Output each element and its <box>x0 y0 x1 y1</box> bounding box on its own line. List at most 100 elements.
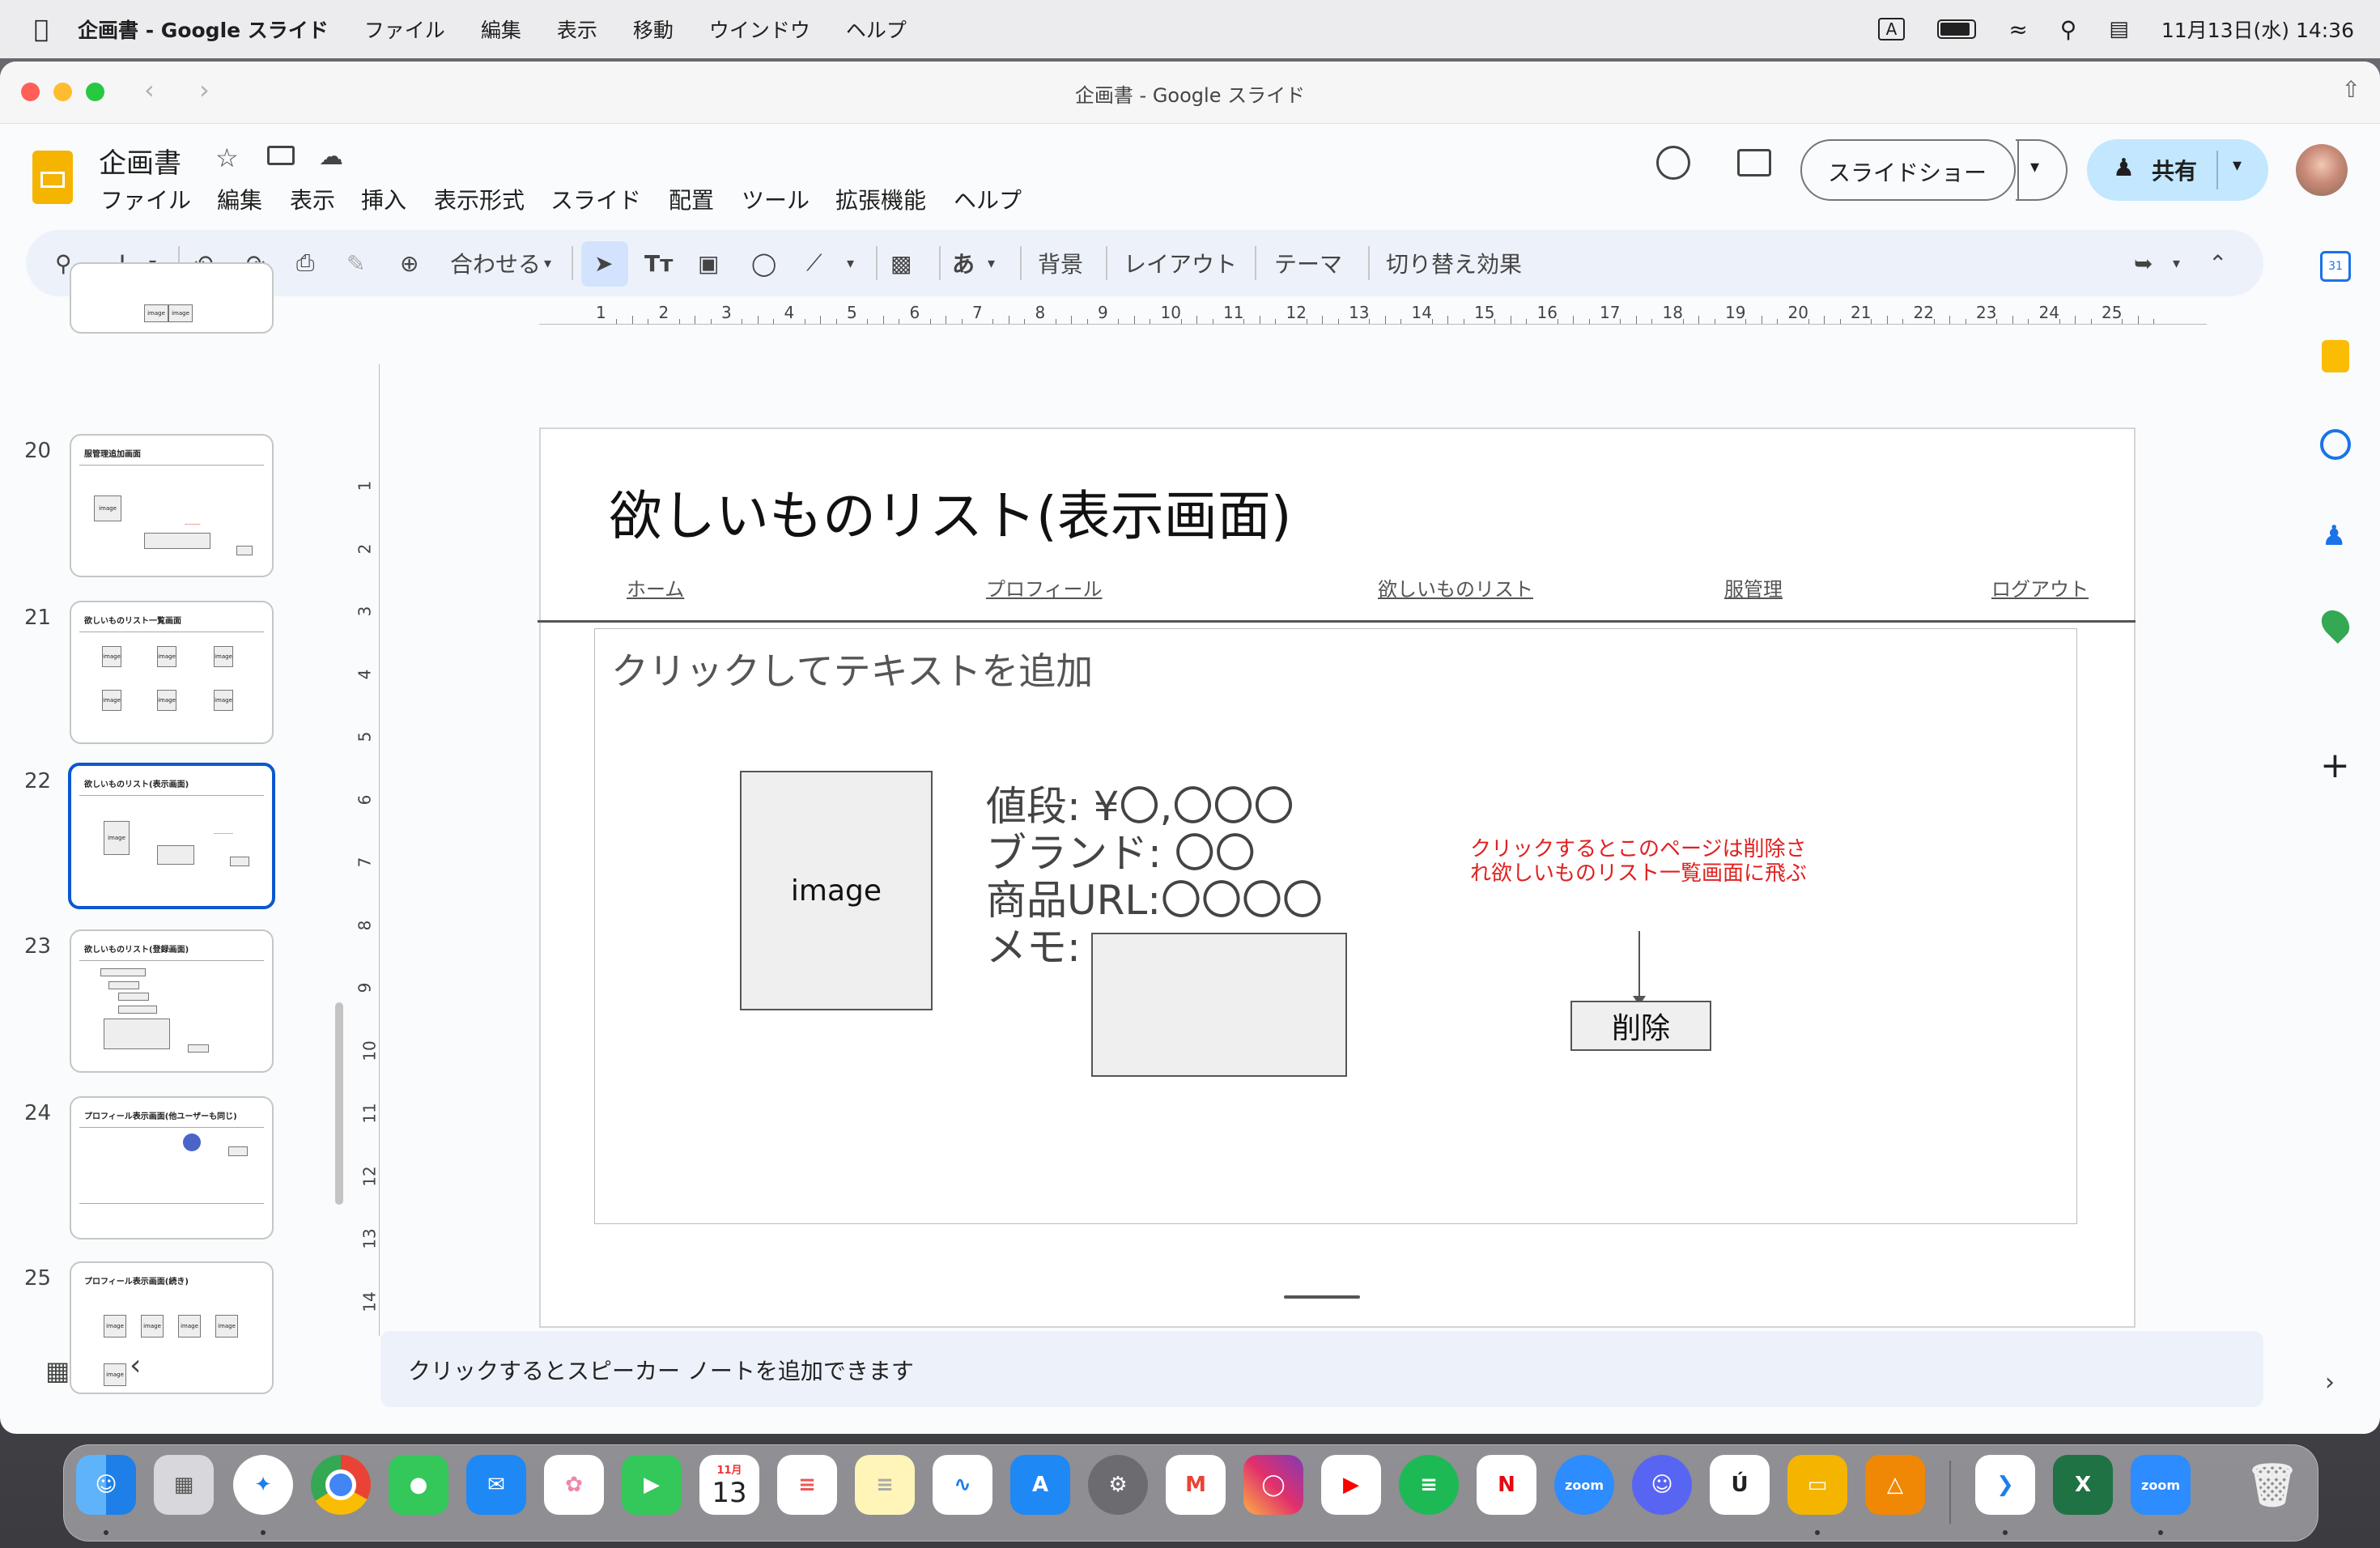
dock-zoom-icon[interactable]: zoom <box>1554 1455 1614 1515</box>
paint-format-icon[interactable]: ✎ <box>346 230 365 296</box>
slide-thumbnail[interactable]: 欲しいものリスト(登録画面) <box>70 929 274 1073</box>
nav-link-wishlist[interactable]: 欲しいものリスト <box>1378 573 1533 602</box>
notes-resize-handle[interactable] <box>1284 1295 1360 1299</box>
dock-drawio-icon[interactable]: △ <box>1865 1455 1925 1515</box>
wifi-icon[interactable]: ≈ <box>2008 16 2027 43</box>
dock-finder-icon[interactable]: ☺ <box>76 1455 136 1515</box>
print-icon[interactable]: ⎙ <box>296 230 314 296</box>
nav-link-home[interactable]: ホーム <box>627 573 684 602</box>
menubar-help[interactable]: ヘルプ <box>846 15 907 44</box>
dock-calendar-icon[interactable]: 11月 13 <box>699 1455 759 1515</box>
dock-slides-icon[interactable]: ▭ <box>1787 1455 1847 1515</box>
comment-add-icon[interactable]: ▩ <box>890 230 912 296</box>
slide-thumbnail[interactable]: プロフィール表示画面(他ユーザーも同じ) <box>70 1096 274 1240</box>
apple-icon[interactable]:  <box>34 15 49 44</box>
dock-photos-icon[interactable]: ✿ <box>544 1455 604 1515</box>
dock-reminders-icon[interactable]: ≡ <box>777 1455 837 1515</box>
dock-chrome-icon[interactable] <box>311 1455 371 1515</box>
menu-file[interactable]: ファイル <box>100 183 191 215</box>
menubar-edit[interactable]: 編集 <box>481 15 521 44</box>
avatar[interactable] <box>2296 144 2348 196</box>
control-center-icon[interactable]: ▤ <box>2109 17 2129 41</box>
tasks-side-icon[interactable] <box>2320 429 2351 460</box>
menubar-view[interactable]: 表示 <box>557 15 597 44</box>
menu-arrange[interactable]: 配置 <box>669 183 714 215</box>
star-icon[interactable]: ☆ <box>215 142 239 173</box>
collapse-side-panel-icon[interactable]: › <box>2325 1368 2335 1397</box>
calendar-side-icon[interactable]: 31 <box>2320 251 2351 282</box>
version-history-icon[interactable] <box>1656 146 1690 180</box>
dock-instagram-icon[interactable]: ◯ <box>1243 1455 1303 1515</box>
dock-freeform-icon[interactable]: ∿ <box>933 1455 992 1515</box>
contacts-side-icon[interactable]: ♟ <box>2322 520 2349 552</box>
filmstrip-scrollbar[interactable] <box>335 1002 343 1205</box>
layout-button[interactable]: レイアウト <box>1124 230 1237 296</box>
zoom-icon[interactable]: ⊕ <box>400 230 419 296</box>
nav-link-logout[interactable]: ログアウト <box>1991 573 2089 602</box>
menu-view[interactable]: 表示 <box>290 183 335 215</box>
dock-launchpad-icon[interactable]: ▦ <box>154 1455 214 1515</box>
menu-insert[interactable]: 挿入 <box>361 183 406 215</box>
dock-vscode-icon[interactable]: ❯ <box>1975 1455 2035 1515</box>
dock-youtube-icon[interactable]: ▶ <box>1321 1455 1381 1515</box>
dock-netflix-icon[interactable]: N <box>1477 1455 1536 1515</box>
dock-mail-icon[interactable]: ✉ <box>466 1455 526 1515</box>
dock-notes-icon[interactable]: ≡ <box>855 1455 915 1515</box>
speaker-notes[interactable]: クリックするとスピーカー ノートを追加できます <box>380 1331 2263 1407</box>
menubar-window[interactable]: ウインドウ <box>709 15 810 44</box>
collapse-filmstrip-icon[interactable]: ‹ <box>130 1349 141 1382</box>
slides-logo[interactable] <box>32 151 73 204</box>
menu-edit[interactable]: 編集 <box>217 183 262 215</box>
pen-chevron-icon[interactable]: ▾ <box>2173 230 2180 296</box>
slideshow-button[interactable]: スライドショー <box>1800 139 2019 201</box>
shape-icon[interactable]: ◯ <box>751 230 776 296</box>
spotlight-icon[interactable]: ⚲ <box>2060 16 2077 43</box>
slide-thumbnail-selected[interactable]: 欲しいものリスト(表示画面) image ‐‐‐‐‐‐‐‐‐‐‐ <box>68 763 275 909</box>
dock-system-settings-icon[interactable]: ⚙ <box>1088 1455 1148 1515</box>
menu-help[interactable]: ヘルプ <box>954 183 1022 215</box>
dock-udemy-icon[interactable]: Ú <box>1710 1455 1770 1515</box>
slide-title[interactable]: 欲しいものリスト(表示画面) <box>609 473 1292 551</box>
collapse-toolbar-icon[interactable]: ⌃ <box>2208 230 2227 296</box>
text-box-icon[interactable]: Tт <box>644 230 673 296</box>
transition-button[interactable]: 切り替え効果 <box>1386 230 1522 296</box>
slide-thumbnail[interactable]: プロフィール表示画面(続き) image image image image i… <box>70 1261 274 1394</box>
maps-side-icon[interactable] <box>2315 604 2356 644</box>
slideshow-options-button[interactable]: ▾ <box>2016 139 2068 201</box>
menu-tools[interactable]: ツール <box>742 183 810 215</box>
dock-spotify-icon[interactable]: ≡ <box>1399 1455 1459 1515</box>
add-addon-icon[interactable]: + <box>2320 745 2350 786</box>
nav-link-profile[interactable]: プロフィール <box>986 573 1103 602</box>
dock-messages-icon[interactable]: ● <box>389 1455 448 1515</box>
zoom-select[interactable]: 合わせる ▾ <box>450 230 551 296</box>
slide-thumbnail[interactable]: 服管理追加画面 image ‐‐‐‐‐‐‐‐‐ <box>70 434 274 577</box>
menu-extensions[interactable]: 拡張機能 <box>835 183 926 215</box>
dock-safari-icon[interactable]: ✦ <box>233 1455 293 1515</box>
delete-button[interactable]: 削除 <box>1570 1001 1711 1051</box>
cursor-icon[interactable]: ➤ <box>594 230 613 296</box>
memo-box[interactable] <box>1091 933 1347 1077</box>
dock-facetime-icon[interactable]: ▶ <box>622 1455 682 1515</box>
document-title[interactable]: 企画書 <box>99 141 181 181</box>
dock-excel-icon[interactable]: X <box>2053 1455 2113 1515</box>
comments-icon[interactable] <box>1737 149 1771 176</box>
background-button[interactable]: 背景 <box>1038 230 1083 296</box>
share-button[interactable]: ♟ 共有 ▾ <box>2087 139 2268 201</box>
menubar-clock[interactable]: 11月13日(水) 14:36 <box>2161 15 2354 44</box>
image-placeholder-box[interactable]: image <box>740 771 933 1010</box>
menu-format[interactable]: 表示形式 <box>434 183 525 215</box>
share-sheet-icon[interactable]: ⇧ <box>2342 76 2361 103</box>
dock-discord-icon[interactable]: ☺ <box>1632 1455 1692 1515</box>
input-mode-icon[interactable]: A <box>1877 18 1906 40</box>
grid-view-icon[interactable]: ▦ <box>45 1355 70 1386</box>
pen-icon[interactable]: ➥ <box>2134 230 2153 296</box>
menubar-go[interactable]: 移動 <box>633 15 674 44</box>
menubar-app-name[interactable]: 企画書 - Google スライド <box>78 15 329 44</box>
theme-button[interactable]: テーマ <box>1274 230 1342 296</box>
menu-slide[interactable]: スライド <box>550 183 641 215</box>
keep-side-icon[interactable] <box>2322 340 2349 372</box>
move-folder-icon[interactable] <box>267 146 295 165</box>
slide-thumbnail[interactable]: 欲しいものリスト一覧画面 image image image image ima… <box>70 601 274 744</box>
nav-link-closet[interactable]: 服管理 <box>1724 573 1783 602</box>
input-tools-button[interactable]: あ ▾ <box>952 230 995 296</box>
